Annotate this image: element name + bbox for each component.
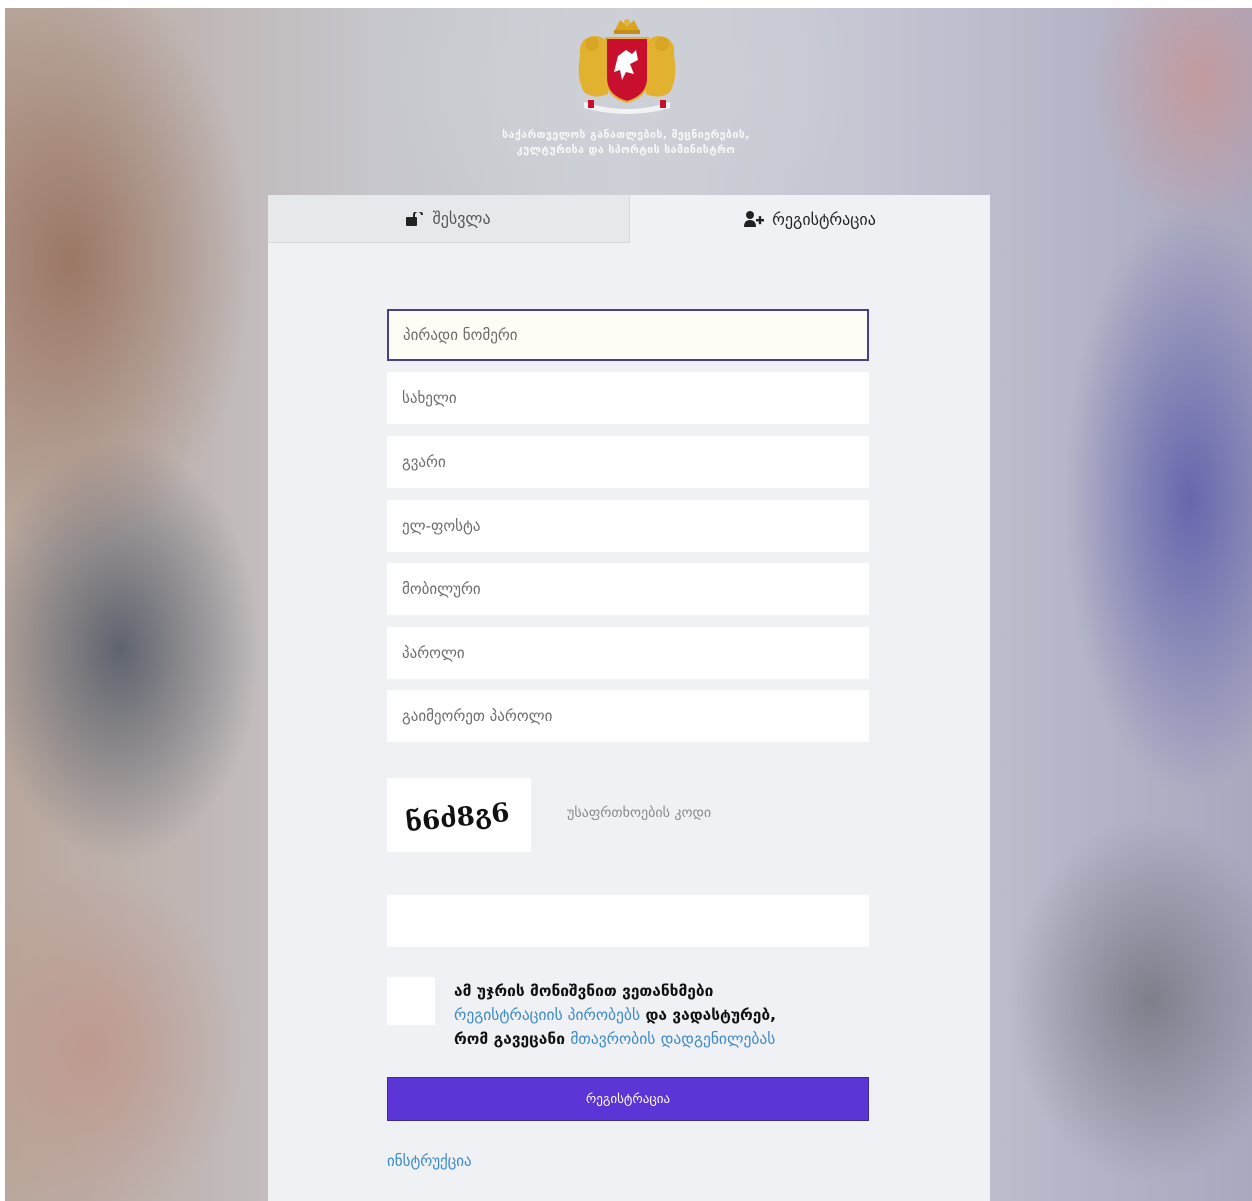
georgia-coat-of-arms-icon	[578, 19, 676, 114]
instructions-link[interactable]: ინსტრუქცია	[387, 1152, 472, 1170]
login-icon	[406, 211, 424, 226]
repeat-password-input[interactable]	[387, 690, 869, 742]
ministry-name: საქართველოს განათლების, მეცნიერების, კულ…	[502, 129, 750, 156]
agreement-text: ამ უჯრის მონიშვნით ვეთანხმები რეგისტრაცი…	[454, 979, 874, 1051]
government-link[interactable]: მთავრობის	[570, 1030, 655, 1048]
password-input[interactable]	[387, 627, 869, 679]
email-input[interactable]	[387, 500, 869, 552]
add-user-icon	[744, 211, 765, 227]
agreement-text-2: და ვადასტურებ,	[645, 1006, 777, 1024]
tab-register[interactable]: რეგისტრაცია	[630, 195, 990, 243]
captcha-text-graphic: ნ6ძ8გ6	[404, 797, 511, 839]
captcha-image: ნ6ძ8გ6	[387, 778, 531, 852]
captcha-label: უსაფრთხოების კოდი	[567, 805, 712, 821]
auth-panel: შესვლა რეგისტრაცია ნ6ძ8გ6 უსაფრთხოების კ…	[268, 195, 990, 1201]
left-edge	[0, 0, 5, 1201]
tab-login[interactable]: შესვლა	[268, 195, 630, 243]
svg-text:ნ6ძ8გ6: ნ6ძ8გ6	[404, 797, 511, 839]
agreement-checkbox[interactable]	[387, 977, 435, 1025]
agreement-text-1: ამ უჯრის მონიშვნით ვეთანხმები	[454, 982, 714, 1000]
tab-register-label: რეგისტრაცია	[772, 209, 876, 229]
agreement-text-3: რომ გავეცანი	[454, 1030, 565, 1048]
resolution-link[interactable]: დადგენილებას	[661, 1030, 776, 1048]
last-name-input[interactable]	[387, 436, 869, 488]
mobile-input[interactable]	[387, 563, 869, 615]
captcha-input[interactable]	[387, 895, 869, 947]
register-button[interactable]: რეგისტრაცია	[387, 1077, 869, 1121]
top-edge	[0, 0, 1252, 8]
first-name-input[interactable]	[387, 372, 869, 424]
tab-login-label: შესვლა	[432, 209, 491, 228]
personal-number-input[interactable]	[387, 309, 869, 361]
terms-link[interactable]: რეგისტრაციის პირობებს	[454, 1006, 640, 1024]
